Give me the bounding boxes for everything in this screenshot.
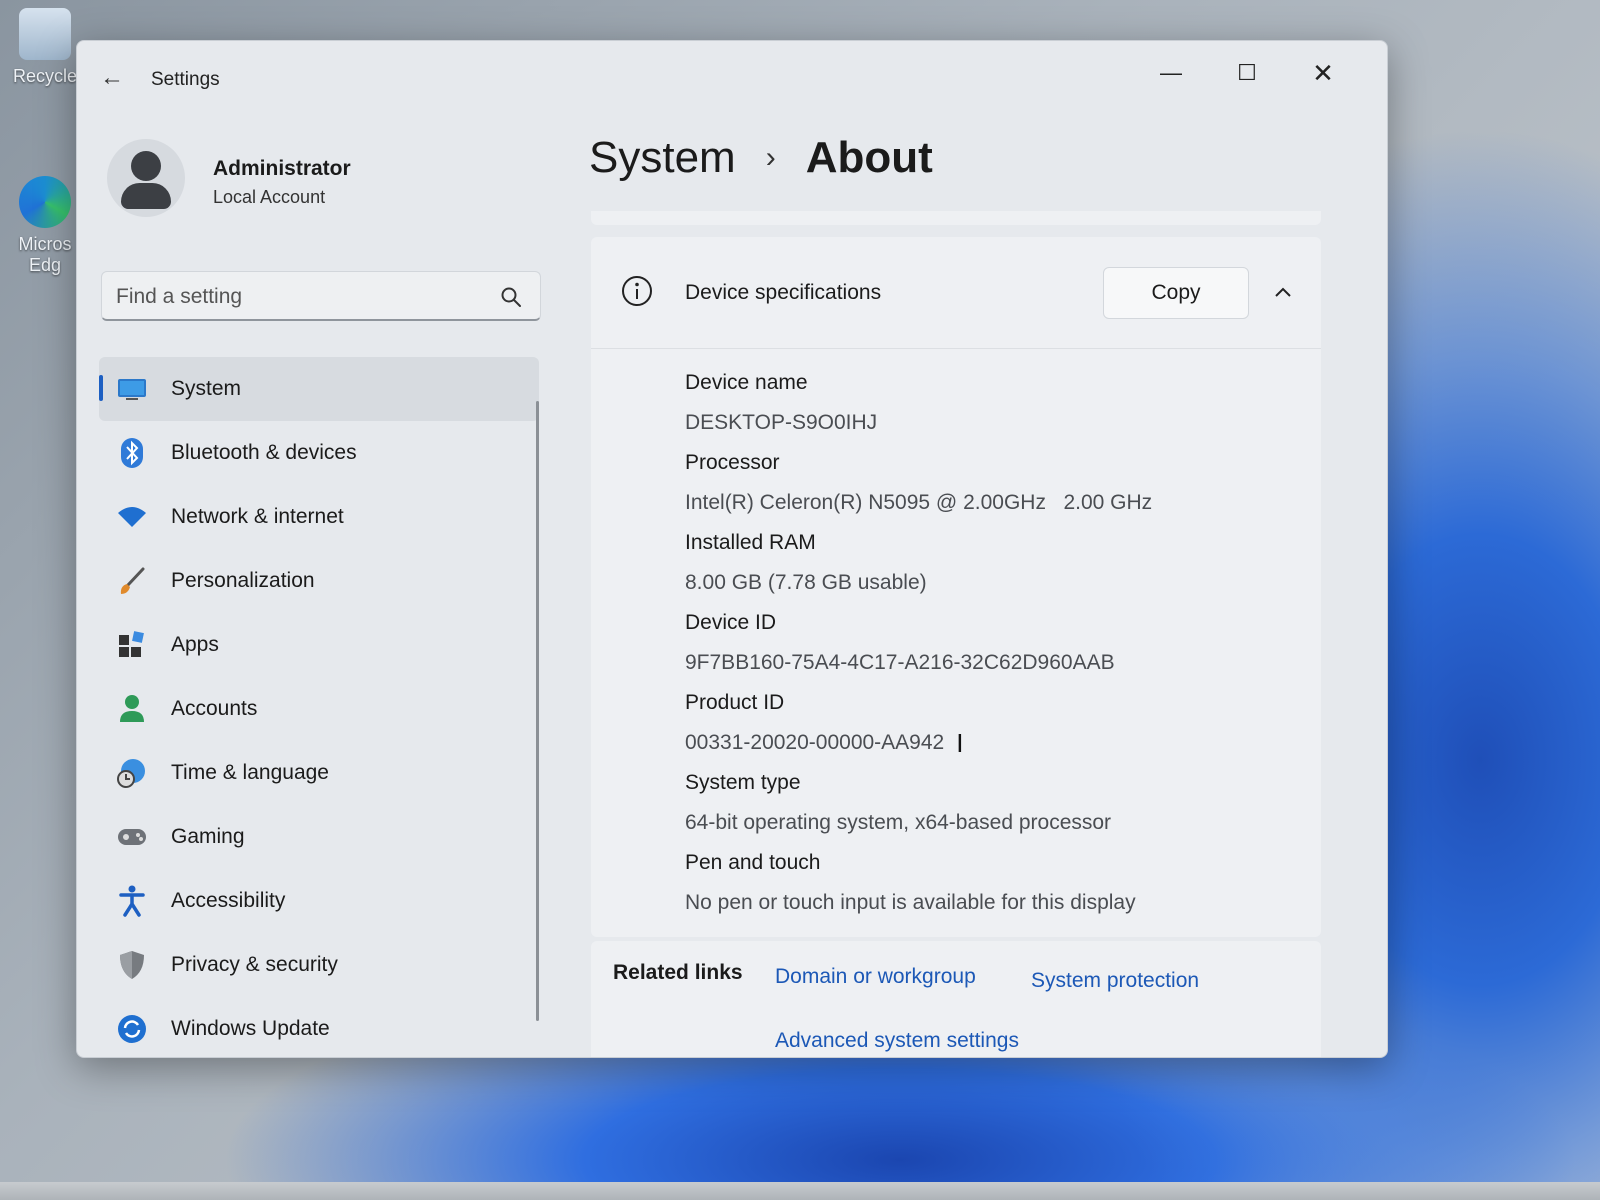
avatar-body	[121, 183, 171, 209]
sidebar-item-label: Accounts	[171, 697, 258, 720]
bluetooth-icon	[117, 438, 147, 468]
spec-row-system-type: System type 64-bit operating system, x64…	[685, 763, 1305, 843]
edge-icon	[19, 176, 71, 228]
spec-label: System type	[685, 771, 801, 794]
spec-value-container: 00331-20020-00000-AA942 I	[685, 723, 1305, 763]
device-specifications-header[interactable]: Device specifications Copy	[591, 237, 1321, 349]
desktop-icon-recycle-bin[interactable]: Recycle	[10, 8, 80, 87]
sidebar-scrollbar[interactable]	[536, 401, 539, 1021]
spec-value[interactable]: 9F7BB160-75A4-4C17-A216-32C62D960AAB	[685, 643, 1305, 683]
spec-row-product-id: Product ID 00331-20020-00000-AA942 I	[685, 683, 1305, 763]
window-title: Settings	[151, 69, 220, 90]
system-protection-link[interactable]: System protection	[1031, 969, 1199, 993]
spec-value[interactable]: No pen or touch input is available for t…	[685, 883, 1305, 923]
sidebar-item-label: Accessibility	[171, 889, 286, 912]
breadcrumb-parent[interactable]: System	[589, 133, 736, 183]
search-input[interactable]	[116, 282, 486, 312]
spec-row-device-name: Device name DESKTOP-S9O0IHJ	[685, 363, 1305, 443]
chevron-up-icon[interactable]	[1271, 281, 1295, 305]
spec-value[interactable]: 64-bit operating system, x64-based proce…	[685, 803, 1305, 843]
domain-workgroup-link[interactable]: Domain or workgroup	[775, 965, 976, 989]
desktop-bottom-edge	[0, 1182, 1600, 1200]
sidebar-item-label: Windows Update	[171, 1017, 330, 1040]
settings-window: ← Settings — ☐ ✕ Administrator Local Acc…	[76, 40, 1388, 1058]
sidebar-item-label: Time & language	[171, 761, 329, 784]
spec-label: Processor	[685, 451, 780, 474]
breadcrumb: System › About	[589, 133, 933, 183]
avatar[interactable]	[107, 139, 185, 217]
gamepad-icon	[117, 822, 147, 852]
spec-row-installed-ram: Installed RAM 8.00 GB (7.78 GB usable)	[685, 523, 1305, 603]
chevron-right-icon: ›	[765, 141, 776, 174]
spec-label: Installed RAM	[685, 531, 816, 554]
maximize-button[interactable]: ☐	[1223, 53, 1271, 93]
close-button[interactable]: ✕	[1299, 53, 1347, 93]
minimize-button[interactable]: —	[1147, 53, 1195, 93]
monitor-icon	[117, 374, 147, 404]
sidebar-item-windows-update[interactable]: Windows Update	[99, 997, 539, 1057]
sidebar-item-network[interactable]: Network & internet	[99, 485, 539, 549]
apps-icon	[117, 630, 147, 660]
sidebar-item-time-language[interactable]: Time & language	[99, 741, 539, 805]
wifi-icon	[117, 502, 147, 532]
spec-label: Device name	[685, 371, 808, 394]
desktop-icon-edge[interactable]: Micros Edg	[10, 176, 80, 276]
user-account-type: Local Account	[213, 187, 326, 207]
spec-label: Product ID	[685, 691, 785, 714]
section-title: Device specifications	[685, 281, 882, 304]
update-icon	[117, 1014, 147, 1044]
sidebar-item-privacy-security[interactable]: Privacy & security	[99, 933, 539, 997]
previous-card-edge	[591, 211, 1321, 225]
sidebar-item-accounts[interactable]: Accounts	[99, 677, 539, 741]
sidebar-item-personalization[interactable]: Personalization	[99, 549, 539, 613]
device-specifications-card: Device specifications Copy Device name D…	[591, 237, 1321, 937]
copy-button[interactable]: Copy	[1103, 267, 1249, 319]
spec-list: Device name DESKTOP-S9O0IHJ Processor In…	[685, 363, 1305, 923]
sidebar-item-accessibility[interactable]: Accessibility	[99, 869, 539, 933]
sidebar-item-label: Privacy & security	[171, 953, 338, 976]
spec-label: Device ID	[685, 611, 777, 634]
spec-row-device-id: Device ID 9F7BB160-75A4-4C17-A216-32C62D…	[685, 603, 1305, 683]
search-icon[interactable]	[500, 286, 522, 308]
desktop-icon-label: Micros Edg	[18, 234, 72, 275]
spec-value[interactable]: 8.00 GB (7.78 GB usable)	[685, 563, 1305, 603]
page-title: About	[805, 133, 933, 182]
spec-value[interactable]: Intel(R) Celeron(R) N5095 @ 2.00GHz 2.00…	[685, 483, 1305, 523]
sidebar-item-label: Gaming	[171, 825, 245, 848]
sidebar-item-apps[interactable]: Apps	[99, 613, 539, 677]
sidebar-item-gaming[interactable]: Gaming	[99, 805, 539, 869]
person-icon	[117, 694, 147, 724]
recycle-bin-icon	[19, 8, 71, 60]
title-bar: ← Settings — ☐ ✕	[77, 41, 1387, 111]
related-links-section: Related links Domain or workgroup System…	[591, 941, 1321, 1057]
avatar-head	[131, 151, 161, 181]
sidebar-item-label: Bluetooth & devices	[171, 441, 357, 464]
brush-icon	[117, 566, 147, 596]
arrow-left-icon: ←	[100, 64, 124, 91]
back-button[interactable]: ←	[99, 65, 125, 91]
text-cursor-icon: I	[956, 728, 964, 759]
sidebar-nav: System Bluetooth & devices Network & int…	[99, 357, 539, 1057]
sidebar-item-bluetooth[interactable]: Bluetooth & devices	[99, 421, 539, 485]
sidebar-item-label: System	[171, 377, 242, 400]
info-icon	[622, 276, 652, 306]
search-box[interactable]	[101, 271, 541, 321]
desktop-icon-label: Recycle	[12, 66, 78, 86]
shield-icon	[117, 950, 147, 980]
spec-row-processor: Processor Intel(R) Celeron(R) N5095 @ 2.…	[685, 443, 1305, 523]
spec-value[interactable]: DESKTOP-S9O0IHJ	[685, 403, 1305, 443]
user-name: Administrator	[213, 157, 351, 180]
spec-label: Pen and touch	[685, 851, 821, 874]
related-links-title: Related links	[613, 961, 743, 984]
spec-value[interactable]: 00331-20020-00000-AA942	[685, 731, 944, 754]
sidebar-item-label: Apps	[171, 633, 219, 656]
spec-row-pen-touch: Pen and touch No pen or touch input is a…	[685, 843, 1305, 923]
sidebar-item-label: Network & internet	[171, 505, 344, 528]
sidebar-item-label: Personalization	[171, 569, 315, 592]
accessibility-icon	[117, 885, 147, 917]
globe-clock-icon	[117, 758, 147, 788]
sidebar-item-system[interactable]: System	[99, 357, 539, 421]
advanced-system-settings-link[interactable]: Advanced system settings	[775, 1029, 1019, 1053]
